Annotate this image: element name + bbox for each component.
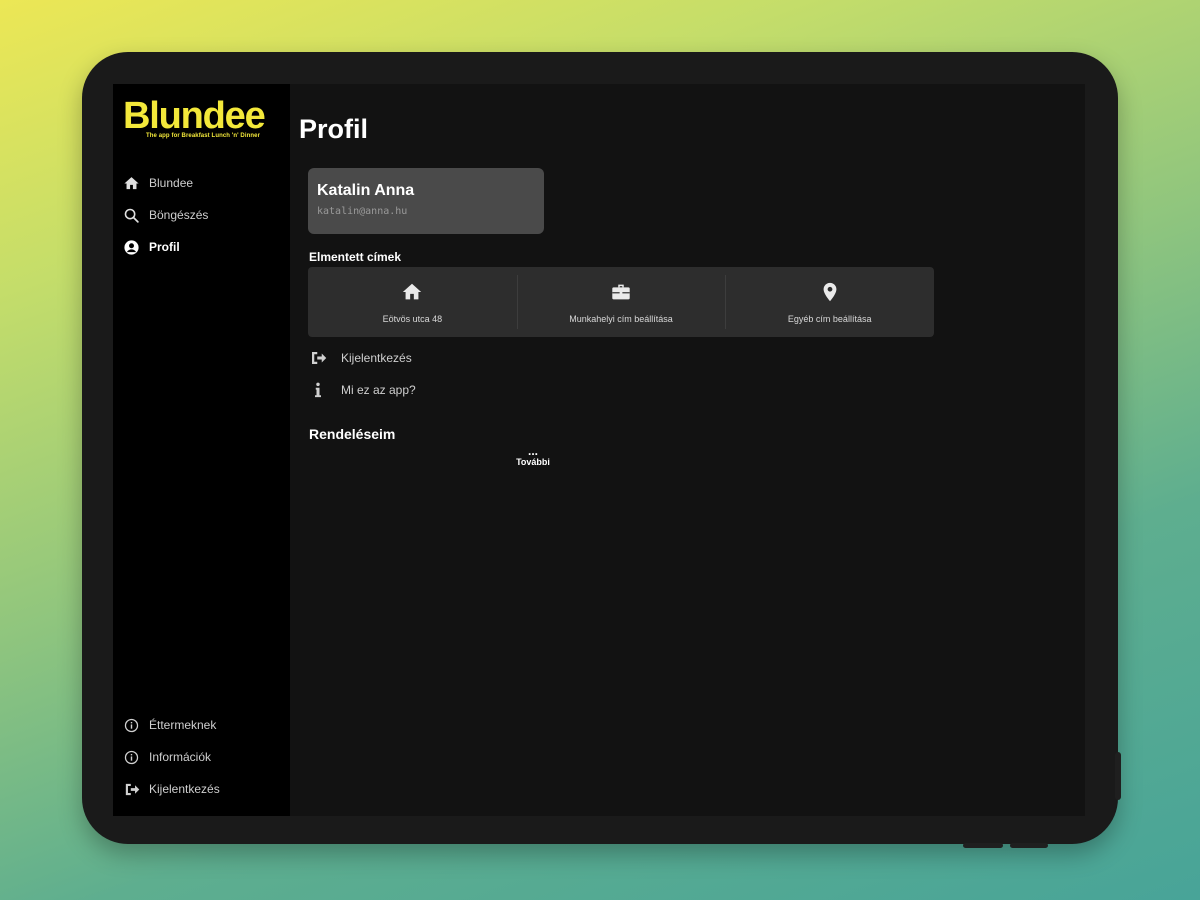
saved-addresses-heading: Elmentett címek bbox=[309, 250, 402, 264]
home-icon bbox=[124, 176, 139, 189]
sidebar-item-label: Blundee bbox=[149, 176, 194, 190]
sidebar-item-restaurants[interactable]: Éttermeknek bbox=[123, 714, 216, 736]
logout-icon bbox=[125, 783, 140, 795]
info-circle-icon bbox=[124, 750, 139, 764]
tablet-side-button bbox=[1115, 752, 1121, 800]
briefcase-icon bbox=[612, 284, 630, 299]
sidebar-item-label: Profil bbox=[149, 240, 180, 254]
action-label: Kijelentkezés bbox=[341, 351, 412, 365]
app-logo[interactable]: Blundee The app for Breakfast Lunch 'n' … bbox=[123, 96, 283, 139]
more-label: További bbox=[516, 457, 550, 467]
orders-heading: Rendeléseim bbox=[309, 426, 396, 442]
app-screen: Blundee The app for Breakfast Lunch 'n' … bbox=[113, 84, 1085, 816]
address-label: Egyéb cím beállítása bbox=[787, 313, 872, 324]
sidebar-item-label: Információk bbox=[149, 750, 212, 764]
home-icon bbox=[403, 283, 422, 299]
info-circle-icon bbox=[124, 718, 139, 732]
sidebar-item-label: Éttermeknek bbox=[149, 718, 217, 732]
sidebar-item-profile[interactable]: Profil bbox=[123, 236, 180, 258]
address-other-button[interactable]: Egyéb cím beállítása bbox=[725, 267, 934, 337]
more-dots-icon: ... bbox=[527, 444, 538, 458]
sidebar-item-browse[interactable]: Böngészés bbox=[123, 204, 208, 226]
sidebar-item-label: Böngészés bbox=[149, 208, 209, 222]
search-icon bbox=[124, 208, 139, 223]
sidebar: Blundee The app for Breakfast Lunch 'n' … bbox=[113, 84, 290, 816]
logo-tagline: The app for Breakfast Lunch 'n' Dinner bbox=[146, 133, 260, 139]
sidebar-item-label: Kijelentkezés bbox=[149, 782, 220, 796]
logout-icon bbox=[312, 352, 327, 364]
info-icon bbox=[315, 382, 321, 398]
sidebar-item-blundee[interactable]: Blundee bbox=[123, 172, 193, 194]
address-home-button[interactable]: Eötvös utca 48 bbox=[308, 267, 517, 337]
tablet-volume-button bbox=[1010, 843, 1048, 848]
sidebar-item-logout[interactable]: Kijelentkezés bbox=[123, 778, 220, 800]
page-title: Profil bbox=[299, 114, 369, 144]
address-work-button[interactable]: Munkahelyi cím beállítása bbox=[516, 267, 726, 337]
sidebar-item-information[interactable]: Információk bbox=[123, 746, 211, 768]
about-app-action[interactable]: Mi ez az app? bbox=[309, 380, 416, 400]
address-label: Munkahelyi cím beállítása bbox=[569, 313, 673, 324]
profile-email: katalin@anna.hu bbox=[317, 206, 408, 217]
main-content: Profil Katalin Anna katalin@anna.hu Elme… bbox=[290, 84, 1085, 816]
saved-addresses-panel: Eötvös utca 48 Munkahelyi cím beállítása… bbox=[308, 267, 934, 337]
account-circle-icon bbox=[124, 239, 139, 255]
action-label: Mi ez az app? bbox=[341, 383, 416, 397]
logout-action[interactable]: Kijelentkezés bbox=[309, 348, 412, 368]
more-orders-button[interactable]: ... További bbox=[508, 444, 558, 467]
map-pin-icon bbox=[823, 282, 837, 301]
profile-name: Katalin Anna bbox=[317, 182, 415, 199]
tablet-volume-button bbox=[963, 843, 1003, 848]
logo-text: Blundee bbox=[123, 95, 266, 137]
profile-card[interactable]: Katalin Anna katalin@anna.hu bbox=[308, 168, 544, 234]
address-label: Eötvös utca 48 bbox=[382, 313, 443, 324]
